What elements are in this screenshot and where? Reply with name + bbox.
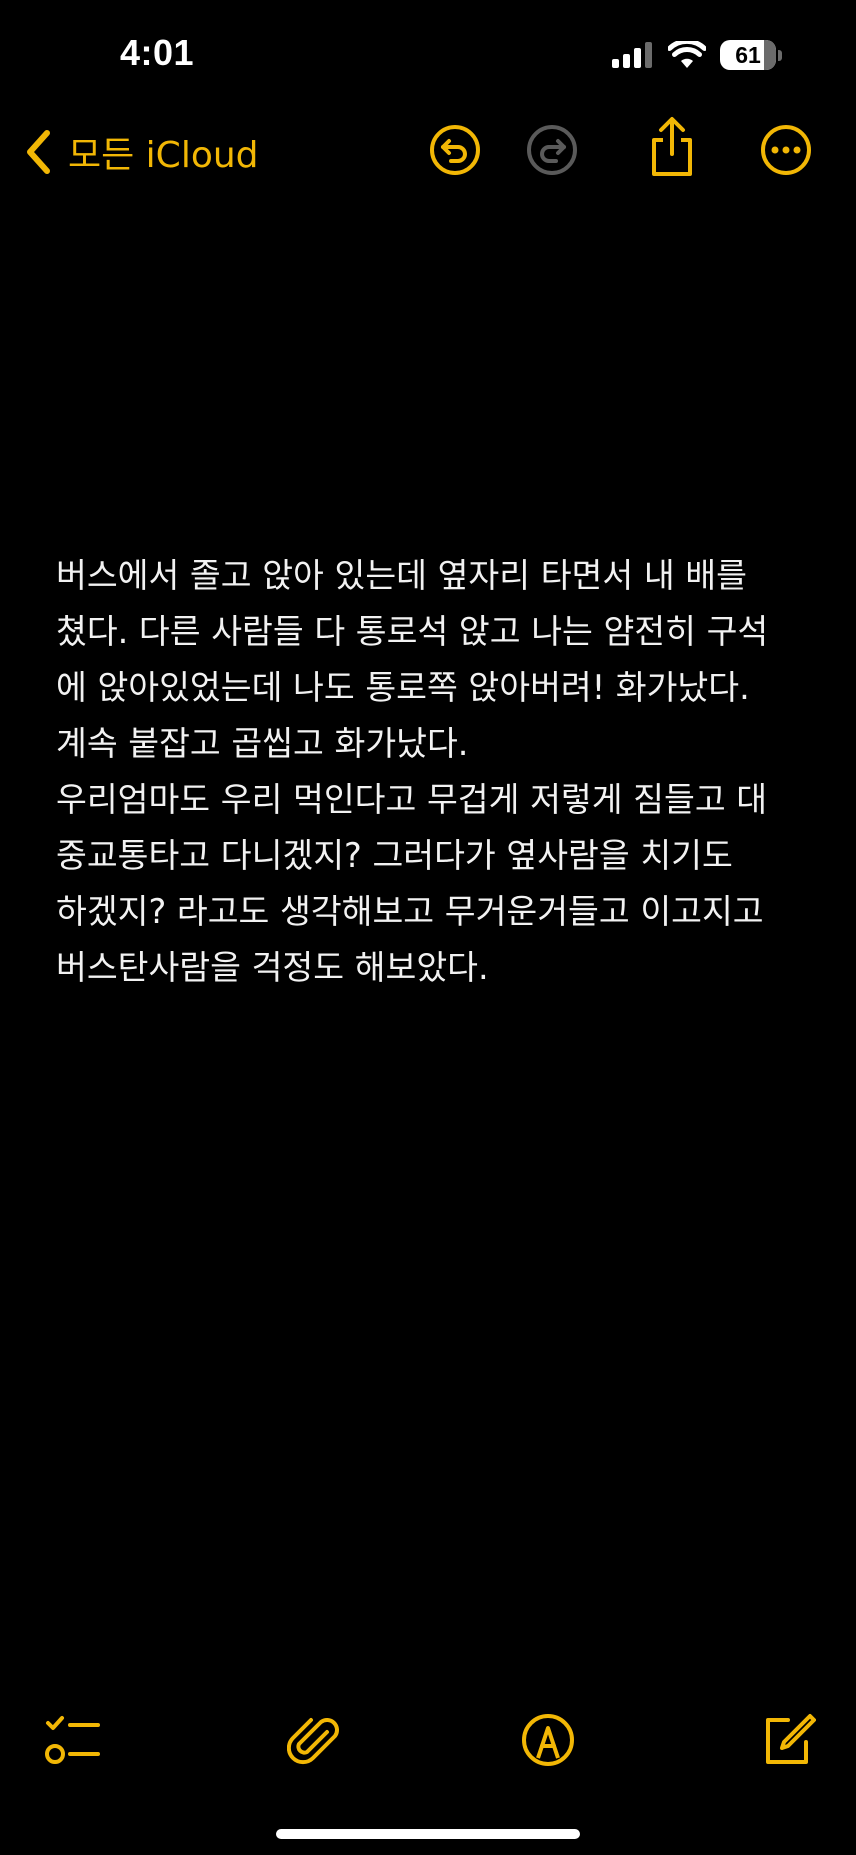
battery-level: 61 [735, 41, 761, 68]
note-line: 버스에서 졸고 앉아 있는데 옆자리 타면서 내 배를 [56, 556, 747, 595]
battery-indicator: 61 [720, 40, 776, 70]
battery-cap [778, 49, 782, 61]
bottom-toolbar [0, 1712, 856, 1782]
note-line: 에 앉아있었는데 나도 통로쪽 앉아버려! 화가났다. [56, 668, 750, 707]
cellular-signal-icon [612, 42, 652, 68]
paperclip-icon[interactable] [287, 1712, 343, 1768]
note-line: 버스탄사람을 걱정도 해보았다. [56, 948, 489, 987]
back-label: 모든 iCloud [68, 135, 259, 176]
note-line: 하겠지? 라고도 생각해보고 무거운거들고 이고지고 [56, 892, 764, 931]
note-line: 우리엄마도 우리 먹인다고 무겁게 저렇게 짐들고 대 [56, 780, 768, 819]
ellipsis-circle-icon[interactable] [760, 124, 812, 176]
markup-pen-icon[interactable] [520, 1712, 576, 1768]
note-body[interactable]: 버스에서 졸고 앉아 있는데 옆자리 타면서 내 배를 쳤다. 다른 사람들 다… [56, 548, 816, 996]
chevron-left-icon [27, 130, 50, 174]
note-line: 계속 붙잡고 곱씹고 화가났다. [56, 724, 469, 763]
redo-icon[interactable] [526, 124, 578, 176]
status-indicators: 61 [612, 40, 782, 70]
wifi-icon [668, 41, 706, 68]
share-icon[interactable] [646, 116, 698, 178]
status-time: 4:01 [120, 32, 195, 73]
note-line: 중교통타고 다니겠지? 그러다가 옆사람을 치기도 [56, 836, 733, 875]
status-bar: 4:01 61 [0, 0, 856, 110]
compose-icon[interactable] [760, 1712, 816, 1768]
checklist-icon[interactable] [44, 1712, 100, 1768]
nav-bar: 모든 iCloud [0, 110, 856, 190]
undo-icon[interactable] [429, 124, 481, 176]
note-line: 쳤다. 다른 사람들 다 통로석 앉고 나는 얌전히 구석 [56, 612, 769, 651]
back-button[interactable]: 모든 iCloud [24, 126, 259, 178]
home-indicator[interactable] [276, 1829, 580, 1839]
